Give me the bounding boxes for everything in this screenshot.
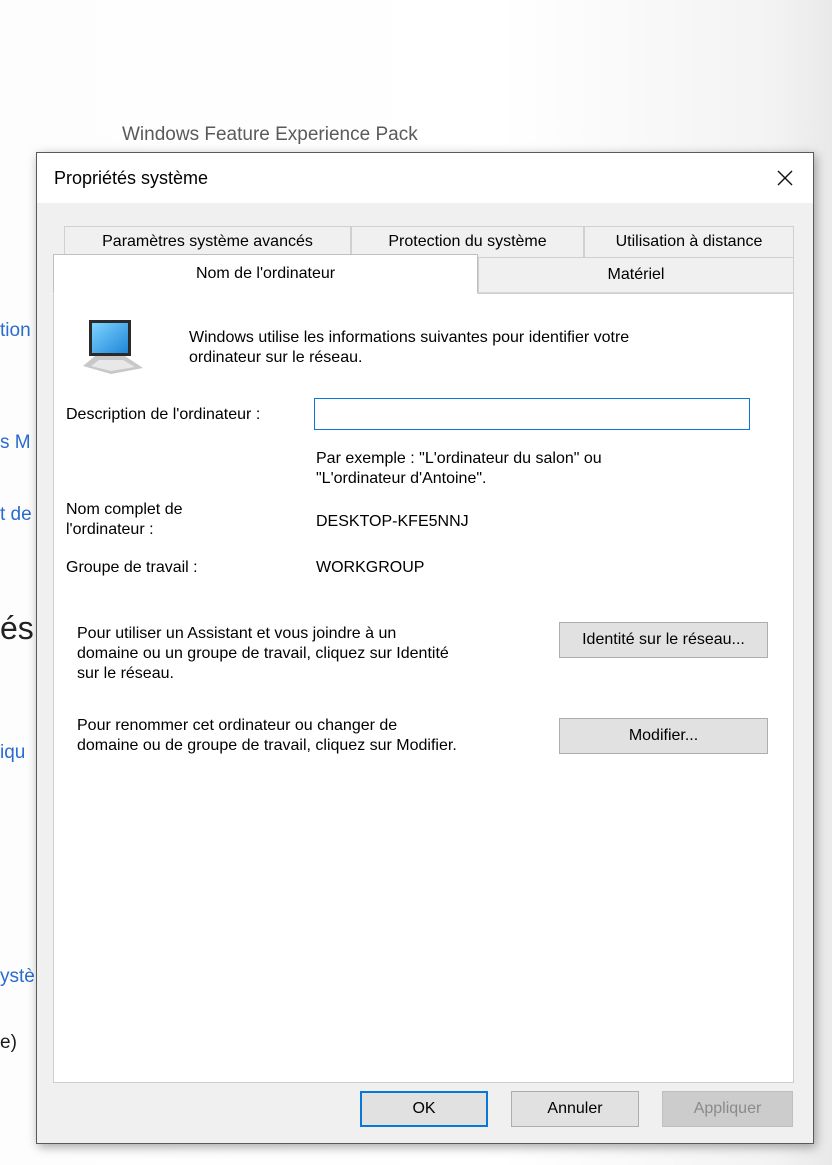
- workgroup-label: Groupe de travail :: [66, 559, 198, 576]
- tab-advanced-settings[interactable]: Paramètres système avancés: [64, 226, 351, 257]
- ok-button[interactable]: OK: [360, 1091, 488, 1127]
- network-text-line3: sur le réseau.: [77, 665, 174, 682]
- network-text-line2: domaine ou un groupe de travail, cliquez…: [77, 645, 449, 662]
- rename-text-line2: domaine ou de groupe de travail, cliquez…: [77, 737, 457, 754]
- computer-name-tab-page: Windows utilise les informations suivant…: [53, 293, 794, 1083]
- tab-remote[interactable]: Utilisation à distance: [584, 226, 794, 257]
- background-heading: és: [0, 610, 34, 646]
- description-input[interactable]: [314, 398, 750, 430]
- system-properties-dialog: Propriétés système Paramètres système av…: [36, 152, 814, 1144]
- description-label: Description de l'ordinateur :: [66, 406, 261, 423]
- background-link-1[interactable]: tion: [0, 320, 31, 342]
- close-button[interactable]: [757, 153, 813, 203]
- dialog-titlebar[interactable]: Propriétés système: [37, 153, 813, 203]
- apply-button[interactable]: Appliquer: [662, 1091, 793, 1127]
- computer-icon: [83, 320, 143, 374]
- background-link-5[interactable]: ystè: [0, 966, 35, 988]
- background-link-2[interactable]: s M: [0, 432, 31, 454]
- tab-computer-name[interactable]: Nom de l'ordinateur: [53, 254, 478, 294]
- fullname-label-line1: Nom complet de: [66, 501, 183, 518]
- network-text-line1: Pour utiliser un Assistant et vous joind…: [77, 625, 397, 642]
- fullname-label-line2: l'ordinateur :: [66, 521, 154, 538]
- network-id-button[interactable]: Identité sur le réseau...: [559, 622, 768, 658]
- background-link-3[interactable]: t de: [0, 504, 32, 526]
- tab-hardware[interactable]: Matériel: [478, 257, 794, 293]
- rename-text-line1: Pour renommer cet ordinateur ou changer …: [77, 717, 398, 734]
- background-link-4[interactable]: iqu: [0, 742, 25, 764]
- close-icon: [777, 170, 793, 186]
- intro-text-line2: ordinateur sur le réseau.: [189, 349, 363, 366]
- background-header: Windows Feature Experience Pack: [122, 124, 418, 145]
- example-text-line2: "L'ordinateur d'Antoine".: [316, 470, 487, 487]
- background-link-6[interactable]: e): [0, 1032, 17, 1054]
- example-text-line1: Par exemple : "L'ordinateur du salon" ou: [316, 450, 602, 467]
- dialog-title: Propriétés système: [54, 168, 209, 188]
- modify-button[interactable]: Modifier...: [559, 718, 768, 754]
- intro-text-line1: Windows utilise les informations suivant…: [189, 329, 630, 346]
- cancel-button[interactable]: Annuler: [511, 1091, 639, 1127]
- workgroup-value: WORKGROUP: [316, 559, 425, 576]
- tab-system-protection[interactable]: Protection du système: [351, 226, 584, 257]
- fullname-value: DESKTOP-KFE5NNJ: [316, 513, 469, 530]
